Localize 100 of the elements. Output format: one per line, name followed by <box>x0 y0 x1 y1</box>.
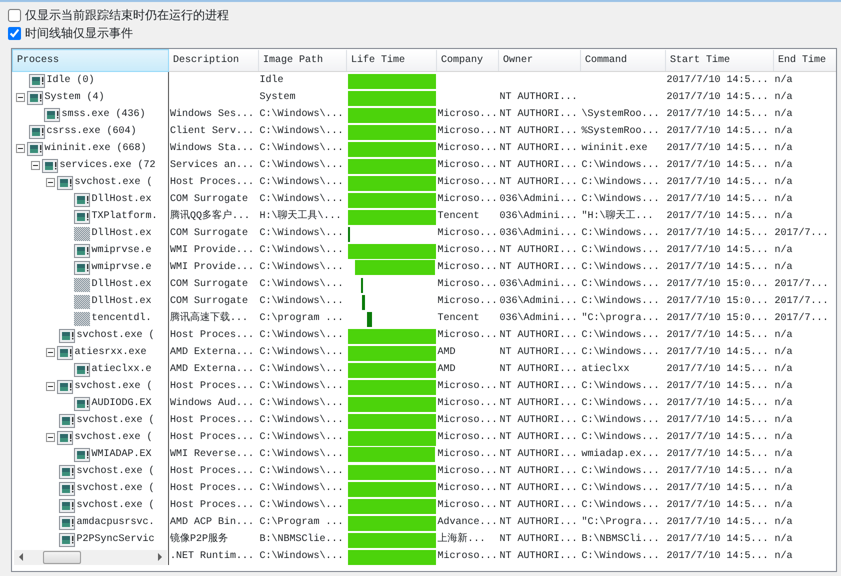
end-time-cell-text: n/a <box>774 464 794 479</box>
process-name[interactable]: svchost.exe ( <box>74 378 153 395</box>
collapse-button[interactable] <box>46 433 54 442</box>
column-header[interactable]: Image Path <box>258 50 346 72</box>
description-cell: .NET Runtim... <box>168 548 258 565</box>
image-path-cell-text: C:\Windows\... <box>258 260 345 275</box>
end-time-cell-text: n/a <box>774 482 794 496</box>
process-name[interactable]: amdacpusrsvc. <box>76 514 155 531</box>
start-time-cell-text: 2017/7/10 14:5... <box>666 396 770 411</box>
process-name[interactable]: TXPlatform. <box>92 208 158 225</box>
collapse-button[interactable] <box>46 178 54 187</box>
end-time-cell-text: 2017/7... <box>774 312 830 326</box>
command-cell-text: C:\Windows... <box>580 226 661 241</box>
end-time-cell-text: n/a <box>774 498 794 513</box>
process-name[interactable]: DllHost.ex <box>92 225 152 242</box>
end-time-cell-text: n/a <box>774 176 794 190</box>
company-cell-text: Microso... <box>436 108 498 122</box>
command-cell-text: wmiadap.ex... <box>580 448 661 462</box>
column-header[interactable]: Process <box>12 50 168 72</box>
process-name[interactable]: DllHost.ex <box>92 191 152 208</box>
start-time-cell-text: 2017/7/10 14:5... <box>666 414 770 428</box>
image-path-cell-text: C:\Windows\... <box>258 414 345 428</box>
description-cell: 腾讯高速下载... <box>168 310 258 327</box>
description-cell: Windows Aud... <box>168 395 258 412</box>
checkbox[interactable] <box>8 26 21 40</box>
end-time-cell-text: n/a <box>774 430 794 445</box>
image-path-cell-text: C:\Windows\... <box>258 158 345 173</box>
process-name[interactable]: tencentdl. <box>92 310 152 327</box>
process-name[interactable]: svchost.exe ( <box>76 412 155 429</box>
image-path-cell-text: C:\Windows\... <box>258 396 345 411</box>
owner-cell-text: NT AUTHORI... <box>498 159 579 173</box>
end-time-cell-text: n/a <box>774 550 794 564</box>
process-name[interactable]: svchost.exe ( <box>76 463 155 480</box>
process-name[interactable]: Idle (0) <box>46 72 95 89</box>
image-path-cell-text: C:\Windows\... <box>258 430 345 445</box>
process-name[interactable]: svchost.exe ( <box>76 480 155 497</box>
start-time-cell-text: 2017/7/10 15:0... <box>666 294 770 309</box>
process-name[interactable]: WMIADAP.EX <box>92 446 152 463</box>
collapse-button[interactable] <box>16 93 24 102</box>
end-time-cell: n/a <box>774 72 836 89</box>
process-name[interactable]: smss.exe (436) <box>62 106 146 123</box>
process-name[interactable]: wininit.exe (668) <box>44 140 147 157</box>
end-time-cell-text: n/a <box>774 158 794 173</box>
column-header[interactable]: Start Time <box>666 50 774 72</box>
column-header[interactable]: Command <box>580 50 666 72</box>
process-name[interactable]: svchost.exe ( <box>76 327 155 344</box>
column-header[interactable]: Company <box>436 50 498 72</box>
process-name[interactable]: csrss.exe (604) <box>46 123 137 140</box>
end-time-cell-text: n/a <box>774 260 794 275</box>
description-cell: AMD Externa... <box>168 344 258 361</box>
image-path-cell-text: C:\Windows\... <box>258 294 345 309</box>
process-name[interactable]: atieclxx.e <box>92 361 152 378</box>
collapse-button[interactable] <box>46 348 54 357</box>
start-time-cell-text: 2017/7/10 14:5... <box>666 550 770 564</box>
collapse-button[interactable] <box>16 144 24 153</box>
description-cell: Services an... <box>168 157 258 174</box>
end-time-cell-text: 2017/7... <box>774 294 830 309</box>
horizontal-scrollbar[interactable] <box>14 550 167 564</box>
owner-cell-text: NT AUTHORI... <box>498 414 579 428</box>
collapse-button[interactable] <box>46 382 54 391</box>
start-time-cell-text: 2017/7/10 15:0... <box>666 312 770 326</box>
start-time-cell-text: 2017/7/10 14:5... <box>666 464 770 479</box>
column-header[interactable]: End Time <box>774 50 836 72</box>
company-cell-text: Tencent <box>436 312 481 326</box>
column-header[interactable]: Owner <box>498 50 580 72</box>
description-cell: Host Proces... <box>168 429 258 446</box>
description-cell: Host Proces... <box>168 327 258 344</box>
description-cell: 腾讯QQ多客户... <box>168 208 258 225</box>
process-name[interactable]: AUDIODG.EX <box>92 395 152 412</box>
process-name[interactable]: System (4) <box>44 89 105 106</box>
process-name[interactable]: DllHost.ex <box>92 276 152 293</box>
owner-cell-text: NT AUTHORI... <box>498 363 579 377</box>
collapse-button[interactable] <box>30 161 40 170</box>
company-cell-text: Microso... <box>436 158 498 173</box>
image-path-cell-text: C:\Windows\... <box>258 142 345 156</box>
company-cell-text: Microso... <box>436 482 498 496</box>
description-cell: Host Proces... <box>168 378 258 395</box>
command-cell-text: ″C:\progra... <box>580 312 661 326</box>
process-name[interactable]: P2PSyncServic <box>76 531 155 548</box>
checkbox[interactable] <box>8 8 21 22</box>
start-time-cell-text: 2017/7/10 14:5... <box>666 124 770 139</box>
end-time-cell-text: n/a <box>774 516 794 530</box>
process-name[interactable]: DllHost.ex <box>92 293 152 310</box>
process-name[interactable]: wmiprvse.e <box>92 242 152 259</box>
start-time-cell-text: 2017/7/10 14:5... <box>666 90 770 105</box>
process-name[interactable]: svchost.exe ( <box>74 429 153 446</box>
column-header[interactable]: Life Time <box>346 50 436 72</box>
start-time-cell-text: 2017/7/10 14:5... <box>666 532 770 547</box>
owner-cell-text: NT AUTHORI... <box>498 91 579 105</box>
command-cell-text: C:\Windows... <box>580 278 661 292</box>
scrollbar-thumb[interactable] <box>42 550 80 564</box>
image-path-cell-text: C:\Windows\... <box>258 278 345 292</box>
process-name[interactable]: atiesrxx.exe <box>74 344 147 361</box>
process-name[interactable]: svchost.exe ( <box>74 174 153 191</box>
owner-cell-text: NT AUTHORI... <box>498 108 579 122</box>
process-name[interactable]: svchost.exe ( <box>76 497 155 514</box>
column-header[interactable]: Description <box>168 50 258 72</box>
end-time-cell-text: n/a <box>774 396 794 411</box>
process-name[interactable]: services.exe (72 <box>60 157 156 174</box>
process-name[interactable]: wmiprvse.e <box>92 259 152 276</box>
